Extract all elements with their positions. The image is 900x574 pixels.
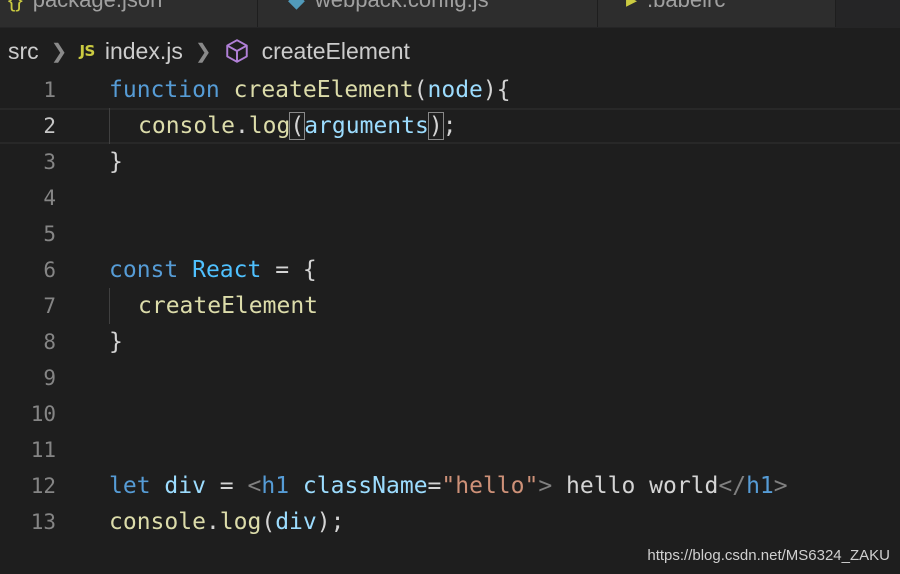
jsx-text: hello world <box>552 473 719 499</box>
function-name-token: createElement <box>233 77 414 103</box>
line-number: 7 <box>43 294 56 318</box>
line-number: 6 <box>43 258 56 282</box>
code-line: 12 let div = <h1 className="hello"> hell… <box>0 468 900 504</box>
attribute-token: className <box>302 473 428 499</box>
code-text: } <box>109 329 123 355</box>
code-line: 9 <box>0 360 900 396</box>
line-number: 5 <box>43 222 56 246</box>
line-number: 2 <box>43 114 56 138</box>
punct-token: ; <box>442 113 457 139</box>
punct-token: ); <box>316 509 345 535</box>
code-text: } <box>109 149 123 175</box>
code-text: function createElement(node){ <box>109 72 511 108</box>
code-line: 1 function createElement(node){ <box>0 72 900 108</box>
keyword-token: let <box>109 473 151 499</box>
variable-token: div <box>164 473 206 499</box>
tab-label: .babelrc <box>647 0 725 20</box>
code-text: const React = { <box>109 252 317 288</box>
punct-token: ( <box>413 77 428 103</box>
line-number: 12 <box>30 474 56 498</box>
punct-token: . <box>234 113 249 139</box>
code-line: 13 console.log(div); <box>0 504 900 540</box>
tag-name: h1 <box>746 473 774 499</box>
breadcrumb-file[interactable]: index.js <box>105 38 183 65</box>
braces-icon: {} <box>8 0 23 20</box>
code-text: console.log(div); <box>109 504 344 540</box>
bracket-match: ) <box>427 112 444 140</box>
tab-bar: {} package.json ◆ webpack.config.js ▸ .babe… <box>0 0 900 28</box>
tag-bracket: > <box>773 473 788 499</box>
line-number: 8 <box>43 330 56 354</box>
chevron-right-icon: ❯ <box>194 40 212 63</box>
code-line: 5 <box>0 216 900 252</box>
line-number: 4 <box>43 186 56 210</box>
code-editor[interactable]: 1 function createElement(node){ 2 consol… <box>0 72 900 542</box>
chevron-right-icon: ❯ <box>50 40 68 63</box>
breadcrumb-folder[interactable]: src <box>8 38 39 65</box>
object-token: console <box>109 509 206 535</box>
code-line: 11 <box>0 432 900 468</box>
object-token: console <box>138 113 235 139</box>
breadcrumb: src ❯ JS index.js ❯ createElement <box>0 30 900 72</box>
code-line: 7 createElement <box>0 288 900 324</box>
tab-label: package.json <box>33 0 163 20</box>
method-token: log <box>248 113 291 139</box>
line-number: 3 <box>43 150 56 174</box>
string-token: "hello" <box>441 473 539 499</box>
tag-bracket: </ <box>718 473 747 499</box>
tag-bracket: > <box>538 473 553 499</box>
punct-token: ( <box>261 509 276 535</box>
code-line: 3 } <box>0 144 900 180</box>
punct-token: . <box>205 509 220 535</box>
babel-icon: ▸ <box>626 0 637 20</box>
constant-token: React <box>192 257 262 283</box>
punct-token: = <box>205 473 248 499</box>
js-file-icon: JS <box>79 42 95 60</box>
watermark: https://blog.csdn.net/MS6324_ZAKU <box>647 547 890 564</box>
webpack-cube-icon: ◆ <box>288 0 305 20</box>
code-text: let div = <h1 className="hello"> hello w… <box>109 468 788 504</box>
indent-guide <box>109 288 110 324</box>
code-line: 4 <box>0 180 900 216</box>
arguments-token: arguments <box>304 113 429 139</box>
property-token: createElement <box>138 293 319 319</box>
tag-name: h1 <box>261 473 290 499</box>
method-token: log <box>219 509 262 535</box>
line-number: 11 <box>30 438 56 462</box>
code-line: 10 <box>0 396 900 432</box>
tab-package-json[interactable]: {} package.json <box>0 0 258 27</box>
punct-token: ){ <box>482 77 511 103</box>
param-token: node <box>427 77 483 103</box>
punct-token: = <box>427 473 442 499</box>
keyword-token: const <box>109 257 179 283</box>
line-number: 13 <box>30 510 56 534</box>
code-line-current: 2 console.log(arguments); <box>0 108 900 144</box>
tab-babelrc[interactable]: ▸ .babelrc <box>598 0 836 27</box>
symbol-method-cube-icon <box>225 39 248 63</box>
variable-token: div <box>275 509 317 535</box>
line-number: 10 <box>30 402 56 426</box>
punct-token: = { <box>261 257 317 283</box>
breadcrumb-symbol[interactable]: createElement <box>262 38 410 65</box>
code-line: 6 const React = { <box>0 252 900 288</box>
tag-bracket: < <box>247 473 262 499</box>
tab-label: webpack.config.js <box>315 0 489 20</box>
code-text: console.log(arguments); <box>138 108 457 144</box>
tab-webpack-config[interactable]: ◆ webpack.config.js <box>258 0 598 27</box>
line-number: 1 <box>43 78 56 102</box>
keyword-token: function <box>109 77 220 103</box>
bracket-match: ( <box>289 112 306 140</box>
code-line: 8 } <box>0 324 900 360</box>
line-number: 9 <box>43 366 56 390</box>
indent-guide <box>109 108 110 144</box>
